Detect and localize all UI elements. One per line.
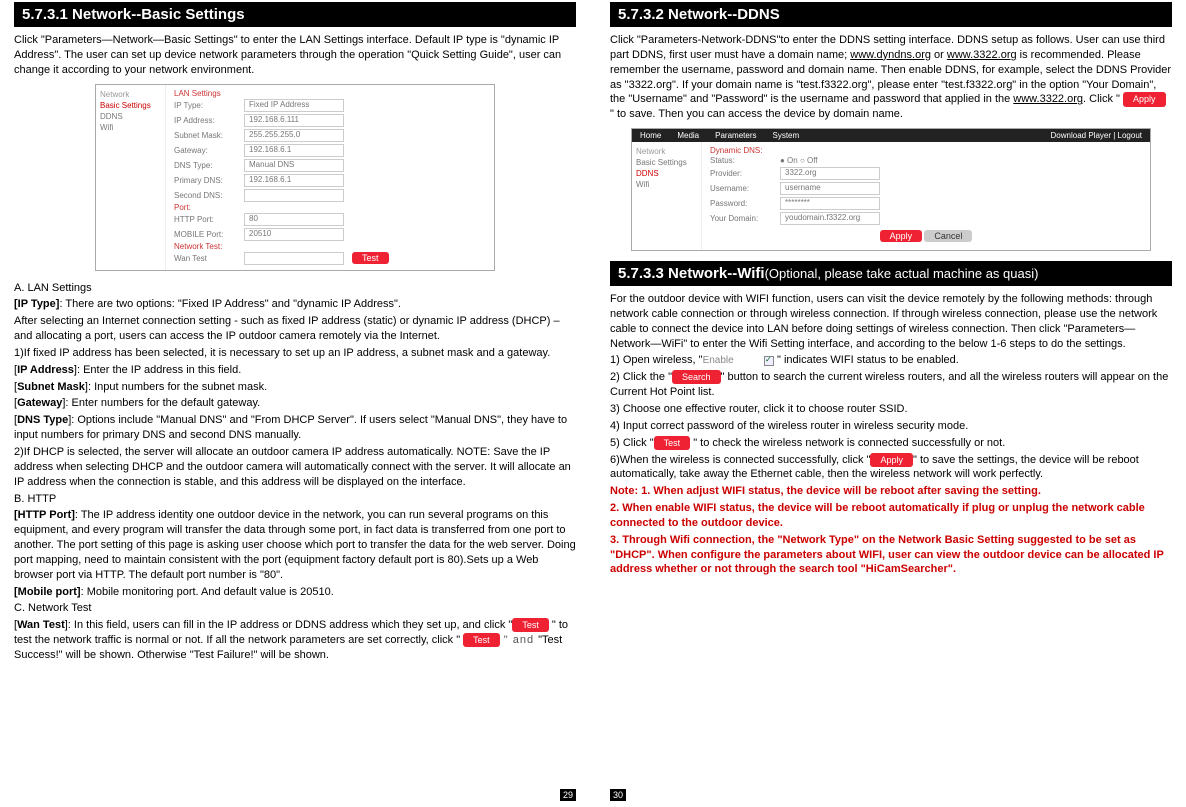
apply-wifi-button[interactable]: Apply bbox=[870, 453, 913, 467]
page-left: 5.7.3.1 Network--Basic Settings Click "P… bbox=[0, 0, 590, 807]
test-button[interactable]: Test bbox=[352, 252, 389, 264]
section-title-ddns: 5.7.3.2 Network--DDNS bbox=[610, 2, 1172, 27]
check-icon bbox=[764, 356, 774, 366]
screenshot-basic: Network Basic Settings DDNS Wifi LAN Set… bbox=[95, 84, 495, 271]
intro-text: Click "Parameters—Network—Basic Settings… bbox=[14, 33, 576, 78]
page-number: 29 bbox=[560, 789, 576, 801]
cancel-button[interactable]: Cancel bbox=[924, 230, 972, 242]
ddns-para: Click "Parameters-Network-DDNS"to enter … bbox=[610, 33, 1172, 122]
page-right: 5.7.3.2 Network--DDNS Click "Parameters-… bbox=[590, 0, 1186, 807]
apply-button[interactable]: Apply bbox=[880, 230, 923, 242]
test-wifi-button[interactable]: Test bbox=[654, 436, 691, 450]
enable-checkbox[interactable]: Enable bbox=[703, 354, 774, 368]
screenshot-ddns: HomeMediaParametersSystem Download Playe… bbox=[631, 128, 1151, 251]
apply-inline-button[interactable]: Apply bbox=[1123, 92, 1166, 106]
a-head: A. LAN Settings bbox=[14, 281, 576, 296]
page-number: 30 bbox=[610, 789, 626, 801]
test-inline-button-2[interactable]: Test bbox=[463, 633, 500, 647]
test-inline-button[interactable]: Test bbox=[512, 618, 549, 632]
section-title-wifi: 5.7.3.3 Network--Wifi(Optional, please t… bbox=[610, 261, 1172, 286]
search-button[interactable]: Search bbox=[672, 370, 721, 384]
section-title-basic: 5.7.3.1 Network--Basic Settings bbox=[14, 2, 576, 27]
